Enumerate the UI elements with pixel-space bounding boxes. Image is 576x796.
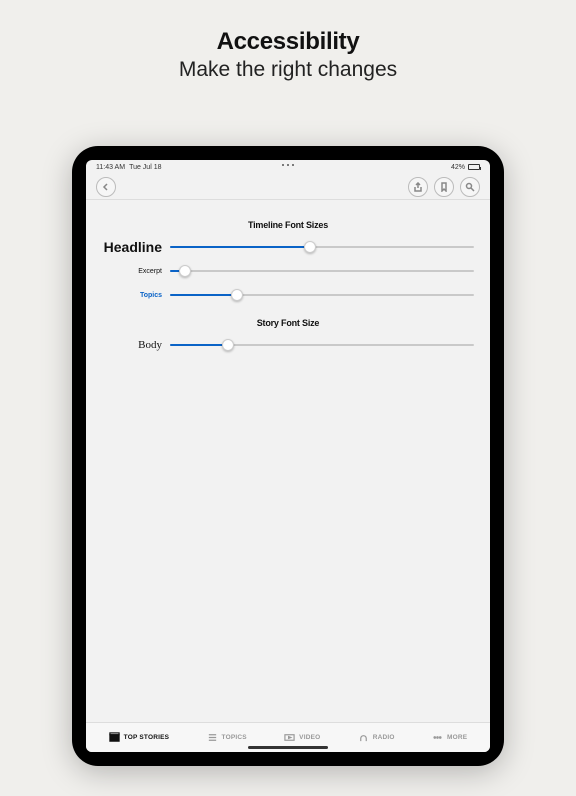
back-button[interactable]	[96, 177, 116, 197]
tab-label: TOPICS	[222, 734, 247, 741]
status-date: Tue Jul 18	[129, 164, 161, 171]
search-button[interactable]	[460, 177, 480, 197]
settings-content: Timeline Font Sizes Headline Excerpt	[86, 200, 490, 352]
tab-video[interactable]: VIDEO	[284, 732, 320, 743]
timeline-section-title: Timeline Font Sizes	[102, 220, 474, 230]
bookmark-button[interactable]	[434, 177, 454, 197]
tab-label: RADIO	[373, 734, 395, 741]
multitask-dots[interactable]	[282, 164, 294, 166]
topics-slider-row: Topics	[102, 288, 474, 302]
tab-label: VIDEO	[299, 734, 320, 741]
headline-slider[interactable]	[170, 240, 474, 254]
body-slider-row: Body	[102, 338, 474, 352]
body-slider[interactable]	[170, 338, 474, 352]
battery-icon	[468, 164, 480, 170]
tab-label: TOP STORIES	[124, 734, 170, 741]
toolbar	[86, 174, 490, 200]
promo-subtitle: Make the right changes	[0, 58, 576, 82]
tab-topics[interactable]: TOPICS	[207, 732, 247, 743]
status-bar: 11:43 AM Tue Jul 18 42%	[86, 160, 490, 174]
excerpt-slider[interactable]	[170, 264, 474, 278]
battery-percent: 42%	[451, 164, 465, 171]
tab-label: MORE	[447, 734, 467, 741]
excerpt-slider-row: Excerpt	[102, 264, 474, 278]
tab-more[interactable]: MORE	[432, 732, 467, 743]
home-indicator[interactable]	[248, 746, 328, 749]
tablet-frame: 11:43 AM Tue Jul 18 42%	[72, 146, 504, 766]
promo-title: Accessibility	[0, 28, 576, 56]
share-button[interactable]	[408, 177, 428, 197]
headline-slider-row: Headline	[102, 240, 474, 254]
excerpt-label: Excerpt	[102, 268, 162, 275]
headline-label: Headline	[102, 240, 162, 254]
tablet-screen: 11:43 AM Tue Jul 18 42%	[86, 160, 490, 752]
topics-label: Topics	[102, 292, 162, 299]
tab-radio[interactable]: RADIO	[358, 732, 395, 743]
story-section-title: Story Font Size	[102, 318, 474, 328]
tab-top-stories[interactable]: TOP STORIES	[109, 732, 170, 743]
body-label: Body	[102, 340, 162, 351]
topics-slider[interactable]	[170, 288, 474, 302]
status-time: 11:43 AM	[96, 164, 125, 171]
